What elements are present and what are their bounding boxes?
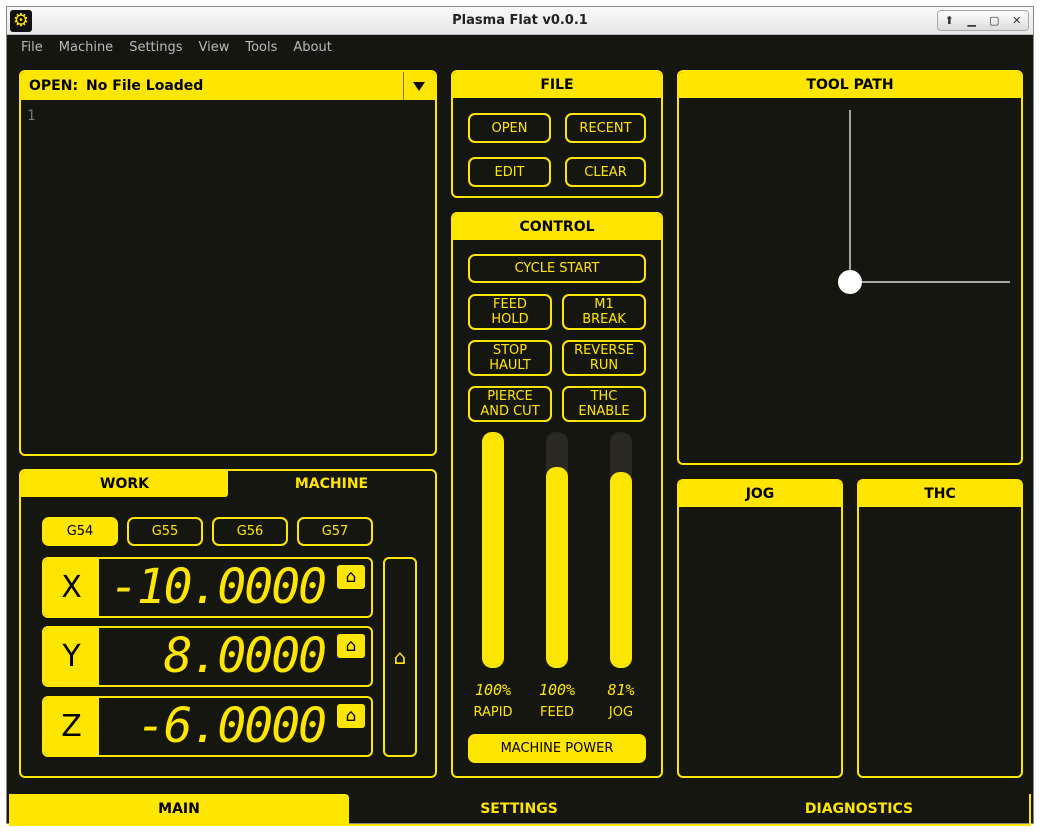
rapid-slider-fill [482,432,504,668]
gcode-editor-panel: OPEN: No File Loaded 1 [19,70,437,456]
reverse-run-button[interactable]: REVERSE RUN [562,340,646,376]
minimize-icon[interactable]: ▁ [962,12,982,30]
tab-work[interactable]: WORK [21,471,228,497]
feed-hold-line2: HOLD [491,312,529,327]
reverse-run-line1: REVERSE [574,343,634,358]
up-arrow-icon[interactable]: ⬆ [939,12,959,30]
tab-diagnostics[interactable]: DIAGNOSTICS [689,794,1029,824]
window-controls: ⬆ ▁ ▢ ✕ [937,10,1029,31]
control-panel: CONTROL CYCLE START FEED HOLD M1 BREAK S… [451,212,663,778]
axis-label-z: Z [44,698,99,755]
dro-panel: WORK MACHINE G54 G55 G56 G57 X -10.0000 … [19,469,437,778]
feed-label: FEED [540,705,574,720]
menu-view[interactable]: View [191,36,238,60]
tool-position-marker [838,270,862,294]
feed-hold-line1: FEED [493,297,527,312]
tab-main[interactable]: MAIN [9,794,349,824]
home-icon: ⌂ [393,644,407,669]
menu-tools[interactable]: Tools [237,36,285,60]
jog-value: 81% [607,681,635,699]
pierce-line1: PIERCE [487,389,533,404]
thc-enable-button[interactable]: THC ENABLE [562,386,646,422]
pierce-and-cut-button[interactable]: PIERCE AND CUT [468,386,552,422]
stop-hault-line2: HAULT [489,358,531,373]
dro-z-row: Z -6.0000 ⌂ [42,696,373,757]
offset-g56-button[interactable]: G56 [212,517,288,546]
pierce-line2: AND CUT [480,404,540,419]
axis-value-x[interactable]: -10.0000 [99,559,371,616]
feed-value: 100% [538,681,576,699]
thc-title: THC [859,481,1021,507]
offset-g54-button[interactable]: G54 [42,517,118,546]
jog-panel: JOG [677,479,843,778]
title-bar: ⚙ Plasma Flat v0.0.1 ⬆ ▁ ▢ ✕ [7,7,1033,35]
menu-file[interactable]: File [13,36,51,60]
rapid-slider[interactable] [482,432,504,668]
dro-x-row: X -10.0000 ⌂ [42,557,373,618]
toolpath-title: TOOL PATH [679,72,1021,98]
file-panel: FILE OPEN RECENT EDIT CLEAR [451,70,663,198]
axis-label-y: Y [44,628,99,685]
toolpath-panel: TOOL PATH [677,70,1023,465]
menu-bar: File Machine Settings View Tools About [7,36,1033,60]
reverse-run-line2: RUN [589,358,619,373]
tab-settings[interactable]: SETTINGS [349,794,689,824]
offset-g55-button[interactable]: G55 [127,517,203,546]
rapid-label: RAPID [473,705,513,720]
bottom-tab-underline [9,824,1031,826]
menu-machine[interactable]: Machine [51,36,121,60]
app-window: ⚙ Plasma Flat v0.0.1 ⬆ ▁ ▢ ✕ File Machin… [6,6,1034,826]
home-icon[interactable]: ⌂ [337,634,365,658]
open-button[interactable]: OPEN [468,113,551,143]
jog-slider-fill [610,472,632,668]
edit-button[interactable]: EDIT [468,157,551,187]
file-name: No File Loaded [86,78,204,94]
close-icon[interactable]: ✕ [1007,12,1027,30]
home-all-button[interactable]: ⌂ [383,557,417,757]
cycle-start-button[interactable]: CYCLE START [468,254,646,283]
open-label: OPEN: [29,78,79,94]
jog-title: JOG [679,481,841,507]
home-icon[interactable]: ⌂ [337,704,365,728]
offset-g57-button[interactable]: G57 [297,517,373,546]
thc-enable-line2: ENABLE [578,404,630,419]
feed-hold-button[interactable]: FEED HOLD [468,294,552,330]
jog-label: JOG [608,705,634,720]
stop-hault-button[interactable]: STOP HAULT [468,340,552,376]
menu-settings[interactable]: Settings [121,36,190,60]
menu-about[interactable]: About [285,36,339,60]
maximize-icon[interactable]: ▢ [984,12,1004,30]
toolpath-canvas[interactable] [679,98,1021,463]
tab-machine[interactable]: MACHINE [228,471,435,497]
home-icon[interactable]: ⌂ [337,565,365,589]
stop-hault-line1: STOP [492,343,528,358]
m1-break-line2: BREAK [582,312,626,327]
feed-slider[interactable] [546,432,568,668]
open-file-header[interactable]: OPEN: No File Loaded [21,72,435,100]
bottom-tab-right-edge [1029,794,1031,826]
file-dropdown-button[interactable] [403,72,435,100]
control-panel-title: CONTROL [453,214,661,240]
line-number: 1 [27,108,36,124]
machine-power-button[interactable]: MACHINE POWER [468,734,646,763]
dro-tabs: WORK MACHINE [21,471,435,497]
chevron-down-icon [413,82,425,91]
rapid-value: 100% [474,681,512,699]
thc-panel: THC [857,479,1023,778]
thc-enable-line1: THC [590,389,618,404]
feed-slider-fill [546,467,568,668]
dro-y-row: Y 8.0000 ⌂ [42,626,373,687]
window-title: Plasma Flat v0.0.1 [452,13,588,28]
recent-button[interactable]: RECENT [565,113,646,143]
bottom-tab-bar: MAIN SETTINGS DIAGNOSTICS [7,794,1033,826]
axis-value-y[interactable]: 8.0000 [99,628,371,685]
clear-button[interactable]: CLEAR [565,157,646,187]
m1-break-button[interactable]: M1 BREAK [562,294,646,330]
axis-value-z[interactable]: -6.0000 [99,698,371,755]
m1-break-line1: M1 [594,297,614,312]
file-panel-title: FILE [453,72,661,98]
jog-slider[interactable] [610,432,632,668]
axis-label-x: X [44,559,99,616]
